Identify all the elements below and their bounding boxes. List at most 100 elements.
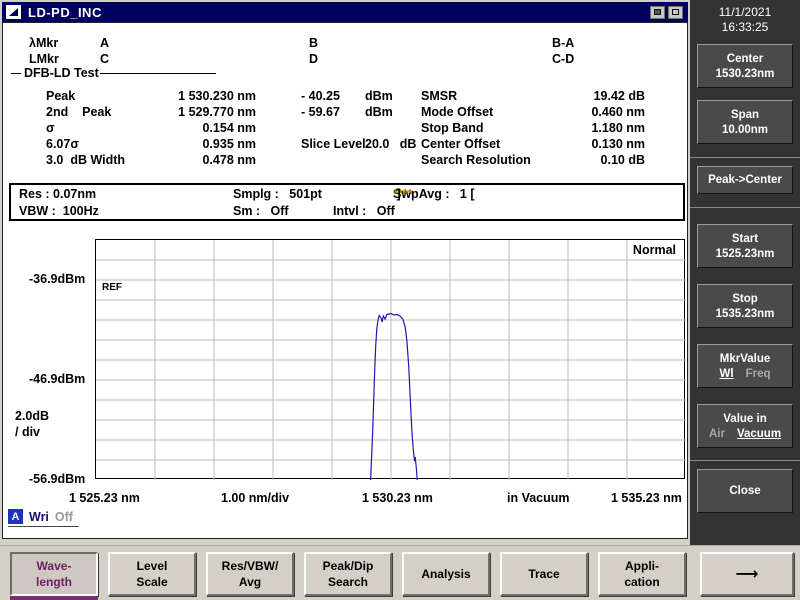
marker-d-label: D: [309, 52, 319, 66]
side-button-stop[interactable]: Stop 1535.23nm: [697, 284, 793, 328]
analysis-label: 2nd Peak: [46, 105, 112, 119]
analysis-row-3db-width: 3.0 dB Width 0.478 nm Search Resolution …: [3, 153, 689, 169]
window-maximize-button[interactable]: [668, 5, 683, 19]
analysis-rvalue: 1.180 nm: [591, 121, 645, 135]
slice-level-label: Slice Level: [301, 137, 366, 151]
spectrum-chart: Normal REF: [95, 239, 686, 480]
legend-line: [100, 73, 216, 74]
analysis-row-sigma: σ 0.154 nm Stop Band 1.180 nm: [3, 121, 689, 137]
spectrum-trace-svg: [96, 240, 686, 480]
trace-status[interactable]: A Wri Off: [8, 509, 79, 527]
trace-off-label: Off: [54, 509, 73, 524]
analysis-rlabel: Center Offset: [421, 137, 501, 151]
smoothing-setting: Sm : Off: [233, 204, 289, 218]
fkey-trace[interactable]: Trace: [500, 552, 588, 596]
analysis-level: - 40.25: [301, 89, 340, 103]
trace-mode-label: Normal: [632, 243, 676, 257]
y-axis-label-bottom: -56.9dBm: [29, 472, 86, 486]
analysis-level-unit: dBm: [365, 105, 393, 119]
analysis-title: DFB-LD Test: [24, 66, 99, 80]
analysis-label: σ: [46, 121, 55, 135]
marker-b-label: B: [309, 36, 319, 50]
side-button-marker-value[interactable]: MkrValue Wl Freq: [697, 344, 793, 388]
fkey-peak-dip-search[interactable]: Peak/Dip Search: [304, 552, 392, 596]
analysis-value: 0.935 nm: [202, 137, 256, 151]
analysis-rlabel: SMSR: [421, 89, 458, 103]
analysis-rlabel: Stop Band: [421, 121, 484, 135]
slice-level-value: 20.0 dB: [365, 137, 417, 151]
legend-dash: [11, 73, 21, 74]
resolution-setting: Res : 0.07nm: [19, 187, 97, 201]
panel-separator: [690, 460, 800, 461]
fkey-res-vbw-avg[interactable]: Res/VBW/Avg: [206, 552, 294, 596]
analysis-row-peak: Peak 1 530.230 nm - 40.25 dBm SMSR 19.42…: [3, 89, 689, 105]
lambda-marker-label: λMkr: [29, 36, 59, 50]
y-axis-label-top: -36.9dBm: [29, 272, 86, 286]
fkey-wavelength[interactable]: Wave-length: [10, 552, 98, 596]
y-scale-label-div: / div: [15, 425, 41, 439]
marker-a-label: A: [100, 36, 110, 50]
ref-level-label: REF: [102, 282, 122, 293]
analysis-rvalue: 0.130 nm: [591, 137, 645, 151]
maximize-icon: [672, 9, 679, 15]
fkey-analysis[interactable]: Analysis: [402, 552, 490, 596]
analysis-label: 6.07σ: [46, 137, 79, 151]
app-logo-icon: [6, 5, 21, 19]
analysis-row-2nd-peak: 2nd Peak 1 529.770 nm - 59.67 dBm Mode O…: [3, 105, 689, 121]
analysis-level-unit: dBm: [365, 89, 393, 103]
option-vacuum[interactable]: Vacuum: [737, 428, 781, 440]
option-wavelength[interactable]: Wl: [720, 368, 734, 380]
fkey-level-scale[interactable]: Level Scale: [108, 552, 196, 596]
date-label: 11/1/2021: [718, 5, 772, 19]
datetime-display: 11/1/2021 16:33:25: [690, 5, 800, 35]
vbw-setting: VBW : 100Hz: [19, 204, 99, 218]
x-axis-medium-label: in Vacuum: [507, 491, 570, 505]
analysis-level: - 59.67: [301, 105, 340, 119]
analysis-value: 0.154 nm: [202, 121, 256, 135]
trace-write-mode-label: Wri: [29, 509, 49, 524]
active-key-indicator: [10, 596, 98, 600]
side-button-span[interactable]: Span 10.00nm: [697, 100, 793, 144]
side-button-center[interactable]: Center 1530.23nm: [697, 44, 793, 88]
x-axis-center-label: 1 530.23 nm: [362, 491, 433, 505]
x-axis-stop-label: 1 535.23 nm: [611, 491, 682, 505]
osa-application-window: LD-PD_INC λMkr A B B-A LMkr C D C-D DFB-…: [0, 0, 800, 600]
analysis-rlabel: Mode Offset: [421, 105, 494, 119]
analysis-row-6sigma: 6.07σ 0.935 nm Slice Level 20.0 dB Cente…: [3, 137, 689, 153]
x-axis-div-label: 1.00 nm/div: [221, 491, 290, 505]
interval-setting: Intvl : Off: [333, 204, 395, 218]
side-button-peak-to-center[interactable]: Peak->Center: [697, 166, 793, 194]
analysis-value: 1 530.230 nm: [178, 89, 256, 103]
measurement-screen: λMkr A B B-A LMkr C D C-D DFB-LD Test Pe…: [2, 22, 688, 539]
analysis-label: Peak: [46, 89, 76, 103]
analysis-value: 0.478 nm: [202, 153, 256, 167]
analysis-rvalue: 0.460 nm: [591, 105, 645, 119]
analysis-value: 1 529.770 nm: [178, 105, 256, 119]
window-title: LD-PD_INC: [28, 4, 102, 20]
trace-a-badge: A: [8, 509, 23, 524]
side-button-close[interactable]: Close: [697, 469, 793, 513]
side-button-value-in[interactable]: Value in Air Vacuum: [697, 404, 793, 448]
right-arrow-icon: ⟶: [735, 566, 759, 583]
analysis-rvalue: 0.10 dB: [600, 153, 645, 167]
restore-icon: [654, 9, 661, 15]
panel-separator: [690, 157, 800, 158]
fkey-application[interactable]: Appli-cation: [598, 552, 686, 596]
side-button-start[interactable]: Start 1525.23nm: [697, 224, 793, 268]
window-restore-button[interactable]: [650, 5, 665, 19]
analysis-label: 3.0 dB Width: [46, 153, 126, 167]
analysis-rvalue: 19.42 dB: [593, 89, 645, 103]
sweep-settings-box: Res : 0.07nm Smplg : 501pt SwpAvg : 1 [ …: [9, 183, 685, 221]
marker-c-label: C: [100, 52, 110, 66]
option-air[interactable]: Air: [709, 428, 725, 440]
x-axis-start-label: 1 525.23 nm: [69, 491, 140, 505]
marker-ba-label: B-A: [552, 36, 575, 50]
time-label: 16:33:25: [721, 20, 769, 34]
fkey-more-arrow[interactable]: ⟶: [700, 552, 794, 596]
softkey-panel: 11/1/2021 16:33:25 Center 1530.23nm Span…: [690, 0, 800, 546]
sampling-setting: Smplg : 501pt: [233, 187, 322, 201]
level-marker-label: LMkr: [29, 52, 59, 66]
y-axis-label-mid: -46.9dBm: [29, 372, 86, 386]
option-frequency[interactable]: Freq: [746, 368, 771, 380]
title-bar: LD-PD_INC: [2, 2, 688, 22]
